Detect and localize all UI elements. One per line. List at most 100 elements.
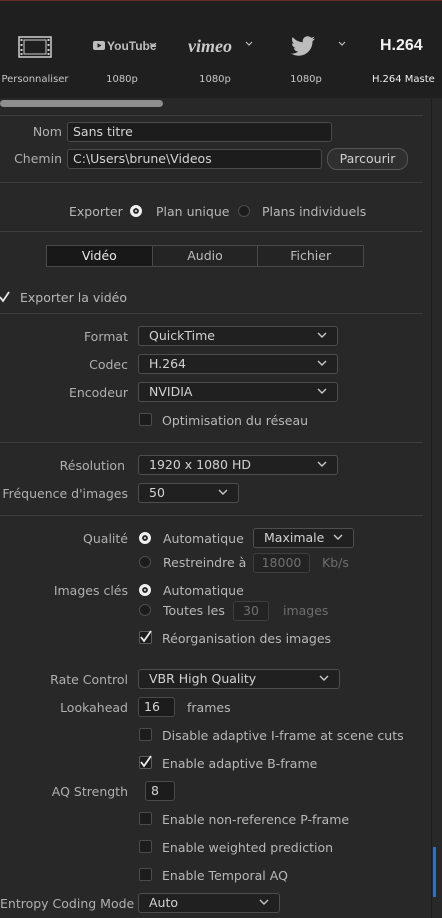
path-label: Chemin bbox=[14, 151, 62, 166]
network-optimization-checkbox[interactable] bbox=[139, 413, 152, 426]
divider bbox=[0, 515, 423, 516]
panel-scrollbar[interactable] bbox=[433, 847, 436, 897]
frame-reorder-checkbox[interactable] bbox=[139, 630, 152, 644]
quality-auto-radio[interactable] bbox=[139, 532, 151, 544]
tab-audio[interactable]: Audio bbox=[151, 246, 258, 266]
framerate-value: 50 bbox=[149, 485, 165, 500]
quality-restrict-label: Restreindre à bbox=[163, 555, 247, 570]
bitrate-unit: Kb/s bbox=[322, 555, 349, 570]
resolution-select[interactable]: 1920 x 1080 HD bbox=[138, 455, 338, 475]
format-value: QuickTime bbox=[149, 328, 215, 343]
h264-text: H.264 bbox=[380, 37, 423, 54]
divider bbox=[0, 115, 423, 116]
preset-custom[interactable]: Personnaliser bbox=[0, 34, 70, 85]
name-input[interactable]: Sans titre bbox=[67, 122, 332, 142]
settings-tabs: Vidéo Audio Fichier bbox=[46, 245, 364, 267]
keyframes-every-input[interactable]: 30 bbox=[233, 601, 269, 621]
encoder-value: NVIDIA bbox=[149, 384, 193, 399]
format-label: Format bbox=[83, 329, 128, 344]
chevron-down-icon bbox=[333, 534, 343, 540]
chevron-down-icon bbox=[319, 675, 329, 681]
panel-edge bbox=[431, 98, 432, 918]
preset-label: 1080p bbox=[290, 74, 322, 85]
format-select[interactable]: QuickTime bbox=[138, 326, 338, 346]
rate-control-value: VBR High Quality bbox=[149, 671, 257, 686]
enable-adaptive-bframe-label: Enable adaptive B-frame bbox=[162, 756, 318, 771]
chevron-down-icon bbox=[317, 388, 327, 394]
lookahead-input[interactable]: 16 bbox=[138, 697, 175, 717]
chevron-down-icon bbox=[317, 332, 327, 338]
nonref-pframe-checkbox[interactable] bbox=[139, 812, 152, 825]
frame-reorder-label: Réorganisation des images bbox=[162, 631, 332, 646]
preset-label: Personnaliser bbox=[1, 74, 69, 85]
quality-preset-select[interactable]: Maximale bbox=[253, 528, 354, 548]
path-input[interactable]: C:\Users\brune\Videos bbox=[67, 149, 322, 169]
single-clip-radio[interactable] bbox=[130, 205, 142, 217]
quality-preset-value: Maximale bbox=[264, 530, 325, 545]
codec-value: H.264 bbox=[149, 356, 187, 371]
browse-button[interactable]: Parcourir bbox=[327, 148, 408, 170]
svg-text:vimeo: vimeo bbox=[188, 36, 232, 56]
quality-restrict-radio[interactable] bbox=[139, 556, 151, 568]
chevron-down-icon bbox=[218, 489, 228, 495]
svg-text:YouTube: YouTube bbox=[107, 39, 157, 53]
twitter-icon bbox=[291, 36, 346, 56]
preset-label: 1080p bbox=[106, 74, 138, 85]
rate-control-select[interactable]: VBR High Quality bbox=[138, 669, 340, 689]
export-video-label: Exporter la vidéo bbox=[20, 290, 127, 305]
individual-clips-label: Plans individuels bbox=[262, 204, 367, 219]
framerate-label: Fréquence d'images bbox=[2, 486, 128, 501]
vimeo-icon: vimeo bbox=[188, 36, 253, 56]
presets-scrollbar[interactable] bbox=[0, 100, 163, 107]
nonref-pframe-label: Enable non-reference P-frame bbox=[162, 812, 350, 827]
temporal-aq-checkbox[interactable] bbox=[139, 868, 152, 881]
codec-label: Codec bbox=[89, 357, 128, 372]
chevron-down-icon bbox=[259, 899, 269, 905]
encoder-select[interactable]: NVIDIA bbox=[138, 382, 338, 402]
keyframes-auto-label: Automatique bbox=[163, 583, 244, 598]
preset-h264-master[interactable]: H.264 H.264 Maste bbox=[366, 34, 442, 84]
render-presets-bar: Personnaliser YouTube 1080p vimeo 1080p … bbox=[0, 6, 442, 98]
quality-label: Qualité bbox=[83, 531, 128, 546]
enable-adaptive-bframe-checkbox[interactable] bbox=[139, 755, 152, 769]
lookahead-label: Lookahead bbox=[60, 700, 128, 715]
checkmark-icon bbox=[140, 755, 152, 768]
framerate-select[interactable]: 50 bbox=[138, 483, 239, 503]
name-label: Nom bbox=[32, 124, 62, 139]
disable-adaptive-iframe-checkbox[interactable] bbox=[139, 728, 152, 741]
rate-control-label: Rate Control bbox=[50, 672, 128, 687]
tab-video[interactable]: Vidéo bbox=[47, 246, 152, 266]
keyframes-auto-radio[interactable] bbox=[139, 584, 151, 596]
preset-youtube[interactable]: YouTube 1080p bbox=[86, 34, 158, 85]
checkmark-icon bbox=[0, 291, 10, 303]
chevron-down-icon bbox=[317, 360, 327, 366]
individual-clips-radio[interactable] bbox=[238, 205, 250, 217]
encoder-label: Encodeur bbox=[68, 385, 128, 400]
aq-strength-label: AQ Strength bbox=[51, 784, 128, 799]
disable-adaptive-iframe-label: Disable adaptive I-frame at scene cuts bbox=[162, 728, 404, 743]
weighted-prediction-checkbox[interactable] bbox=[139, 840, 152, 853]
divider bbox=[0, 182, 423, 183]
codec-select[interactable]: H.264 bbox=[138, 354, 338, 374]
preset-twitter[interactable]: 1080p bbox=[270, 34, 350, 85]
preset-label: 1080p bbox=[199, 74, 231, 85]
divider bbox=[0, 231, 423, 232]
film-icon bbox=[18, 36, 52, 58]
keyframes-every-radio[interactable] bbox=[139, 604, 151, 616]
keyframes-every-unit: images bbox=[283, 603, 329, 618]
resolution-value: 1920 x 1080 HD bbox=[149, 457, 251, 472]
export-mode-label: Exporter bbox=[69, 204, 123, 219]
aq-strength-input[interactable]: 8 bbox=[145, 781, 175, 801]
divider bbox=[0, 442, 423, 443]
keyframes-label: Images clés bbox=[53, 583, 128, 598]
lookahead-unit: frames bbox=[187, 700, 231, 715]
entropy-label: Entropy Coding Mode bbox=[0, 896, 135, 911]
keyframes-every-label: Toutes les bbox=[163, 603, 225, 618]
quality-auto-label: Automatique bbox=[163, 531, 244, 546]
export-video-checkbox[interactable] bbox=[0, 290, 10, 304]
preset-vimeo[interactable]: vimeo 1080p bbox=[180, 34, 256, 85]
bitrate-input[interactable]: 18000 bbox=[253, 553, 310, 573]
entropy-select[interactable]: Auto bbox=[138, 893, 280, 913]
tab-file[interactable]: Fichier bbox=[257, 246, 363, 266]
chevron-down-icon bbox=[317, 461, 327, 467]
